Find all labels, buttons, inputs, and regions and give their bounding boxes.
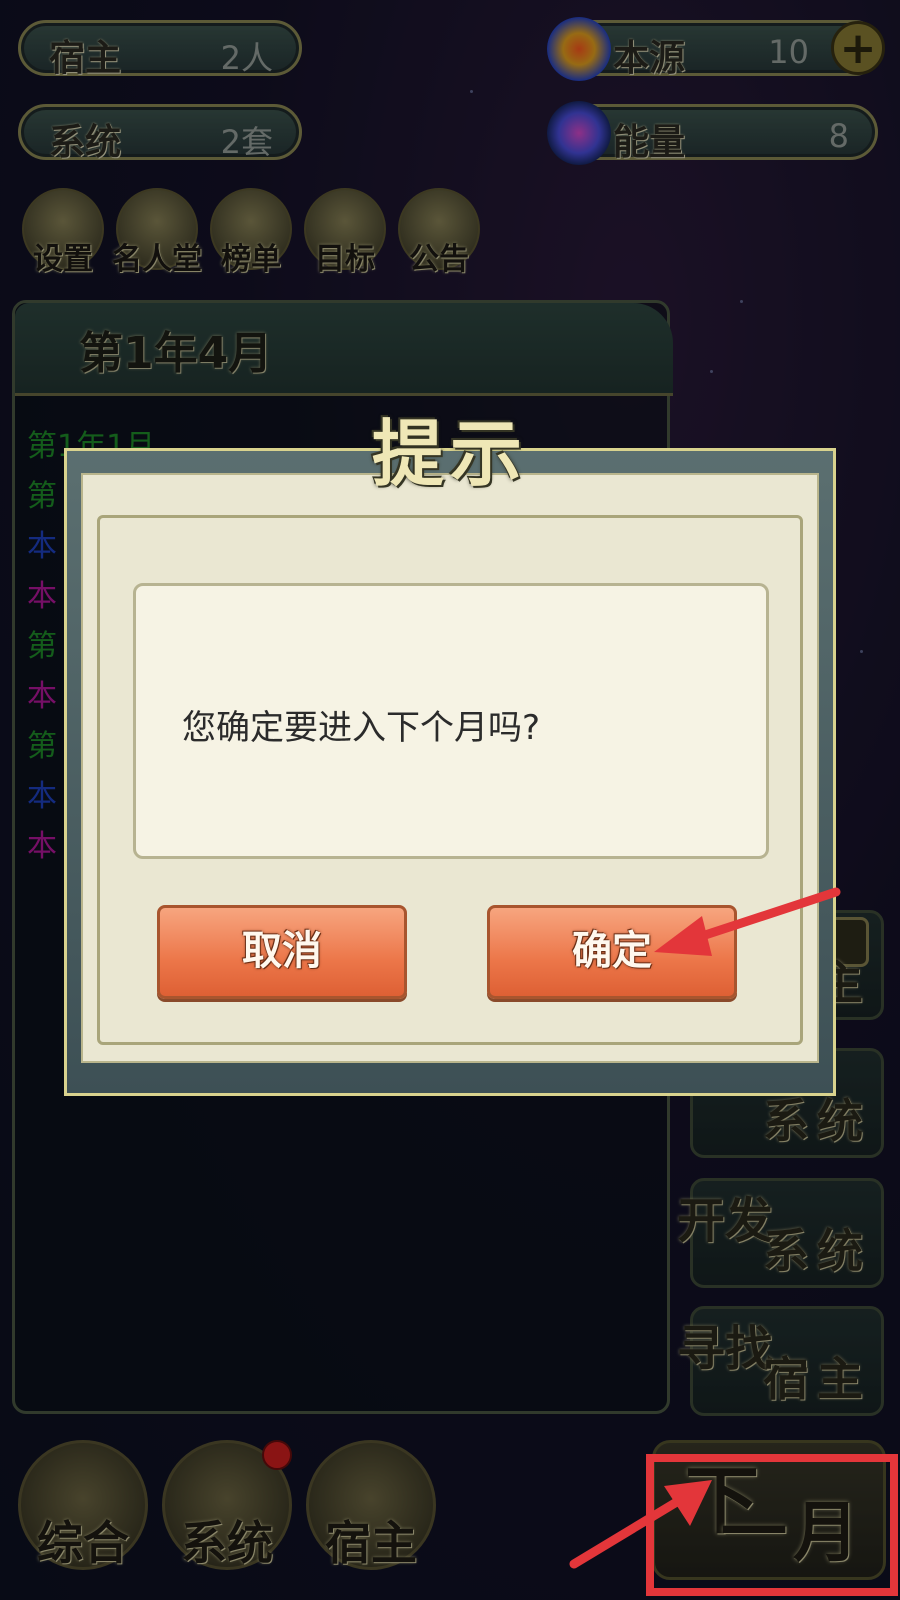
annotation-arrows bbox=[569, 887, 841, 1569]
arrow-to-next-month bbox=[569, 1480, 712, 1569]
arrow-to-confirm bbox=[654, 887, 841, 956]
